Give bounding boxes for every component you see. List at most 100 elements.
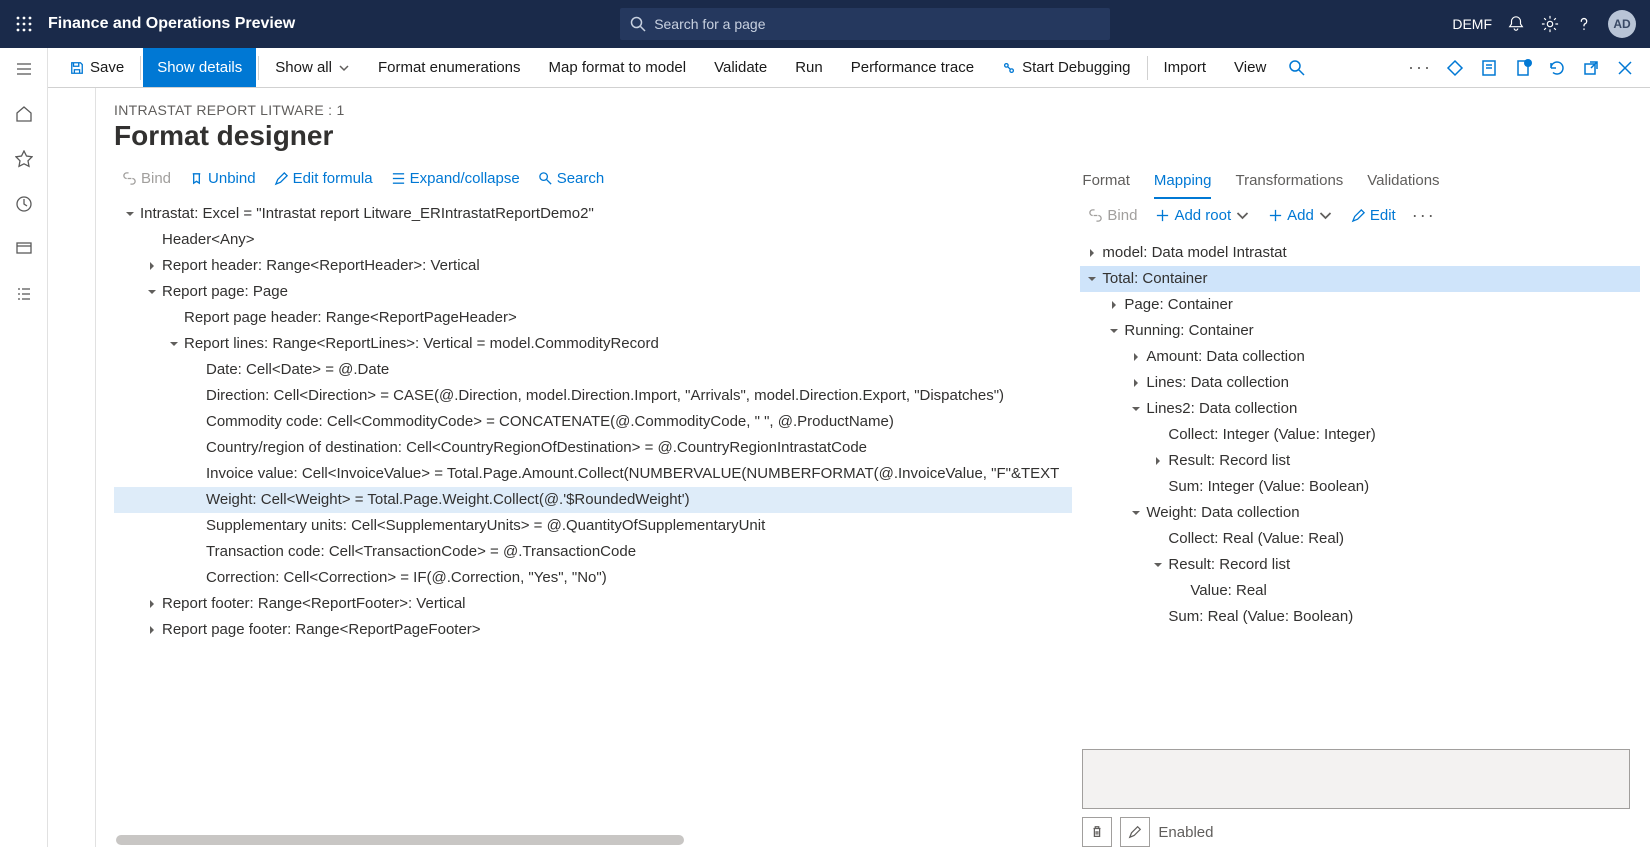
tree-node[interactable]: Sum: Integer (Value: Boolean)	[1080, 474, 1640, 500]
gear-icon[interactable]	[1540, 14, 1560, 34]
expand-collapse-button[interactable]: Expand/collapse	[383, 170, 528, 187]
map-format-button[interactable]: Map format to model	[535, 48, 701, 87]
tree-node[interactable]: Report footer: Range<ReportFooter>: Vert…	[114, 591, 1072, 617]
tree-node[interactable]: Invoice value: Cell<InvoiceValue> = Tota…	[114, 461, 1072, 487]
formula-box[interactable]	[1082, 749, 1630, 809]
company-code[interactable]: DEMF	[1452, 16, 1492, 32]
edit-formula-button[interactable]: Edit formula	[266, 170, 381, 187]
tree-node[interactable]: model: Data model Intrastat	[1080, 240, 1640, 266]
tree-node[interactable]: Page: Container	[1080, 292, 1640, 318]
tree-node[interactable]: Sum: Real (Value: Boolean)	[1080, 604, 1640, 630]
add-root-button[interactable]: Add root	[1147, 207, 1258, 224]
help-icon[interactable]	[1574, 14, 1594, 34]
chevron-down-icon[interactable]	[1150, 557, 1166, 573]
show-all-button[interactable]: Show all	[261, 48, 364, 87]
tree-node[interactable]: Transaction code: Cell<TransactionCode> …	[114, 539, 1072, 565]
bell-icon[interactable]	[1506, 14, 1526, 34]
tree-node[interactable]: Intrastat: Excel = "Intrastat report Lit…	[114, 201, 1072, 227]
tree-node[interactable]: Collect: Real (Value: Real)	[1080, 526, 1640, 552]
modules-icon[interactable]	[15, 285, 33, 306]
unbind-button[interactable]: Unbind	[181, 170, 264, 187]
tree-node[interactable]: Commodity code: Cell<CommodityCode> = CO…	[114, 409, 1072, 435]
tree-node[interactable]: Report lines: Range<ReportLines>: Vertic…	[114, 331, 1072, 357]
tree-node[interactable]: Correction: Cell<Correction> = IF(@.Corr…	[114, 565, 1072, 591]
waffle-icon[interactable]	[8, 8, 40, 40]
tree-node[interactable]: Direction: Cell<Direction> = CASE(@.Dire…	[114, 383, 1072, 409]
tree-node[interactable]: Report page header: Range<ReportPageHead…	[114, 305, 1072, 331]
tree-node[interactable]: Date: Cell<Date> = @.Date	[114, 357, 1072, 383]
tree-search-button[interactable]: Search	[530, 170, 613, 187]
popout-icon[interactable]	[1574, 48, 1608, 87]
home-icon[interactable]	[15, 105, 33, 126]
tab-mapping[interactable]: Mapping	[1154, 172, 1212, 199]
import-button[interactable]: Import	[1150, 48, 1221, 87]
validate-button[interactable]: Validate	[700, 48, 781, 87]
close-icon[interactable]	[1608, 48, 1642, 87]
chevron-down-icon[interactable]	[144, 284, 160, 300]
global-search[interactable]: Search for a page	[620, 8, 1110, 40]
tab-format[interactable]: Format	[1082, 172, 1130, 199]
chevron-right-icon[interactable]	[1128, 349, 1144, 365]
tree-node[interactable]: Report header: Range<ReportHeader>: Vert…	[114, 253, 1072, 279]
chevron-right-icon[interactable]	[144, 596, 160, 612]
chevron-right-icon[interactable]	[1150, 453, 1166, 469]
tree-node[interactable]: Lines2: Data collection	[1080, 396, 1640, 422]
start-debug-button[interactable]: Start Debugging	[988, 48, 1144, 87]
attachment-icon[interactable]: 0	[1506, 48, 1540, 87]
tree-node[interactable]: Lines: Data collection	[1080, 370, 1640, 396]
tree-node[interactable]: Result: Record list	[1080, 448, 1640, 474]
tree-node[interactable]: Report page: Page	[114, 279, 1072, 305]
tab-validations[interactable]: Validations	[1367, 172, 1439, 199]
chevron-down-icon[interactable]	[166, 336, 182, 352]
edit-sq-button[interactable]	[1120, 817, 1150, 847]
h-scrollbar[interactable]	[116, 833, 1062, 847]
chevron-down-icon[interactable]	[122, 206, 138, 222]
search-action-icon[interactable]	[1280, 48, 1314, 87]
hamburger-icon[interactable]	[15, 60, 33, 81]
save-button[interactable]: Save	[96, 48, 138, 87]
mapping-bind-button[interactable]: Bind	[1080, 207, 1145, 224]
tree-node[interactable]: Report page footer: Range<ReportPageFoot…	[114, 617, 1072, 643]
tree-node[interactable]: Total: Container	[1080, 266, 1640, 292]
star-icon[interactable]	[15, 150, 33, 171]
chevron-down-icon[interactable]	[1128, 505, 1144, 521]
bind-button[interactable]: Bind	[114, 170, 179, 187]
chevron-right-icon[interactable]	[1084, 245, 1100, 261]
tree-node[interactable]: Amount: Data collection	[1080, 344, 1640, 370]
tree-node[interactable]: Supplementary units: Cell<SupplementaryU…	[114, 513, 1072, 539]
more-icon[interactable]: ···	[1402, 57, 1438, 78]
chevron-right-icon[interactable]	[144, 622, 160, 638]
format-enum-button[interactable]: Format enumerations	[364, 48, 535, 87]
diamond-icon[interactable]	[1438, 48, 1472, 87]
chevron-right-icon[interactable]	[1106, 297, 1122, 313]
chevron-down-icon[interactable]	[1084, 271, 1100, 287]
format-tree[interactable]: Intrastat: Excel = "Intrastat report Lit…	[106, 197, 1072, 833]
chevron-right-icon[interactable]	[1128, 375, 1144, 391]
edit-button[interactable]: Edit	[1343, 207, 1404, 224]
perf-trace-button[interactable]: Performance trace	[837, 48, 988, 87]
tree-node[interactable]: Value: Real	[1080, 578, 1640, 604]
office-icon[interactable]	[1472, 48, 1506, 87]
tree-node[interactable]: Collect: Integer (Value: Integer)	[1080, 422, 1640, 448]
refresh-icon[interactable]	[1540, 48, 1574, 87]
mapping-more-icon[interactable]: ···	[1406, 205, 1442, 226]
avatar[interactable]: AD	[1608, 10, 1636, 38]
delete-button[interactable]	[1082, 817, 1112, 847]
chevron-down-icon[interactable]	[1128, 401, 1144, 417]
tree-node[interactable]: Weight: Cell<Weight> = Total.Page.Weight…	[114, 487, 1072, 513]
run-button[interactable]: Run	[781, 48, 837, 87]
tree-node[interactable]: Header<Any>	[114, 227, 1072, 253]
add-button[interactable]: Add	[1260, 207, 1341, 224]
chevron-down-icon[interactable]	[1106, 323, 1122, 339]
tree-node[interactable]: Running: Container	[1080, 318, 1640, 344]
mapping-tree[interactable]: model: Data model IntrastatTotal: Contai…	[1072, 236, 1640, 741]
chevron-right-icon[interactable]	[144, 258, 160, 274]
clock-icon[interactable]	[15, 195, 33, 216]
view-button[interactable]: View	[1220, 48, 1280, 87]
tree-node[interactable]: Weight: Data collection	[1080, 500, 1640, 526]
tree-node[interactable]: Result: Record list	[1080, 552, 1640, 578]
show-details-button[interactable]: Show details	[143, 48, 256, 87]
tree-node[interactable]: Country/region of destination: Cell<Coun…	[114, 435, 1072, 461]
tab-transformations[interactable]: Transformations	[1235, 172, 1343, 199]
workspace-icon[interactable]	[15, 240, 33, 261]
